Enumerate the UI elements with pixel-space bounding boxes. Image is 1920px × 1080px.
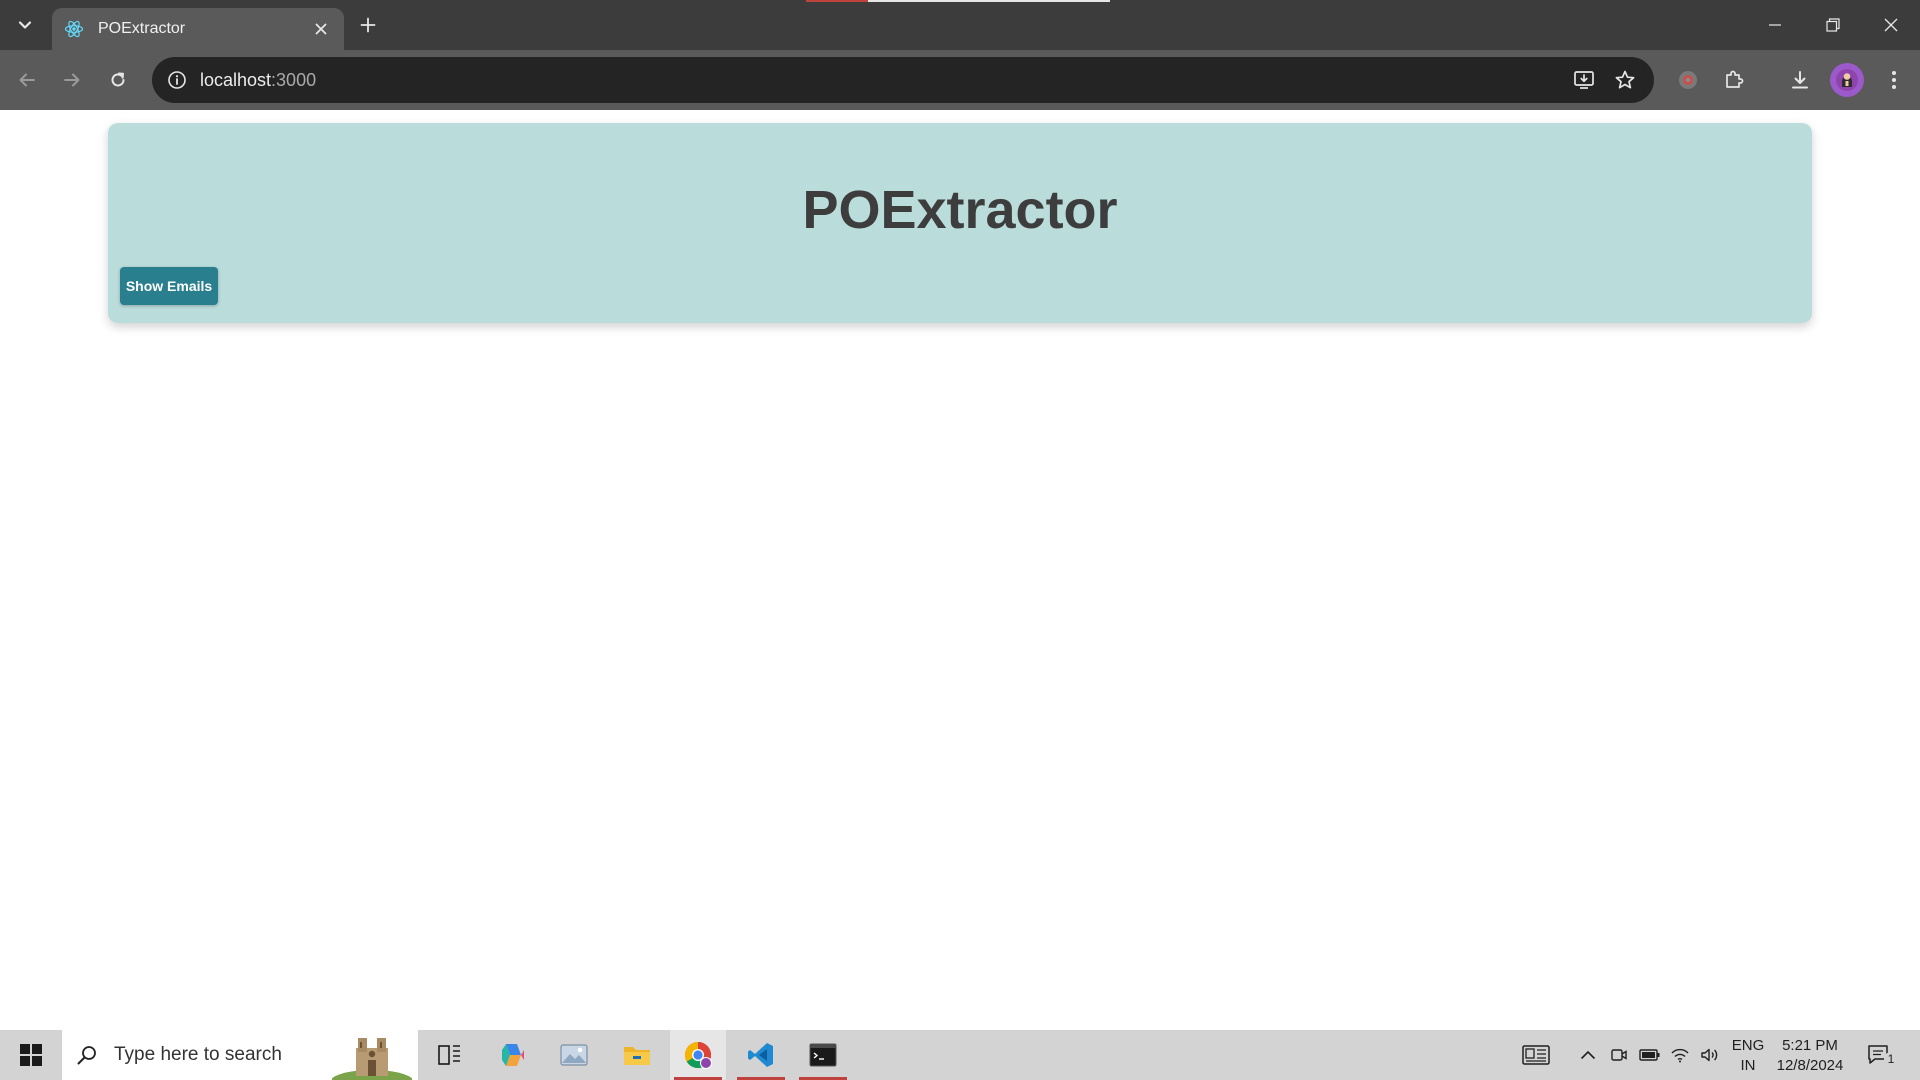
- language-indicator[interactable]: ENG IN: [1728, 1036, 1768, 1076]
- vscode-taskbar-button[interactable]: [733, 1030, 789, 1080]
- start-button[interactable]: [8, 1030, 54, 1080]
- page-content: POExtractor Show Emails: [0, 110, 1920, 1030]
- vscode-icon: [748, 1043, 773, 1067]
- wifi-icon[interactable]: [1668, 1030, 1692, 1080]
- kebab-menu-icon[interactable]: [1877, 63, 1911, 97]
- browser-toolbar: localhost:3000: [0, 50, 1920, 110]
- download-icon[interactable]: [1783, 63, 1817, 97]
- loading-indicator-track: [868, 0, 1110, 2]
- tab-strip: POExtractor: [0, 0, 1920, 50]
- back-arrow-icon: [19, 73, 35, 87]
- reload-icon: [111, 72, 125, 87]
- chevron-down-icon: [18, 21, 32, 29]
- file-explorer-button[interactable]: [609, 1030, 665, 1080]
- install-app-icon[interactable]: [1567, 63, 1601, 97]
- chrome-taskbar-button[interactable]: [670, 1030, 726, 1080]
- window-close-button[interactable]: [1862, 0, 1920, 50]
- copilot-icon: [502, 1044, 524, 1066]
- url-host: localhost: [200, 69, 272, 90]
- url-text[interactable]: localhost:3000: [200, 70, 316, 91]
- search-highlight-image: [332, 1038, 412, 1080]
- copilot-button[interactable]: [485, 1030, 541, 1080]
- search-icon: [74, 1042, 100, 1068]
- task-view-icon: [438, 1045, 460, 1065]
- new-tab-button[interactable]: [354, 10, 382, 40]
- info-icon[interactable]: [166, 69, 188, 91]
- region-code: IN: [1740, 1057, 1756, 1074]
- page-title: POExtractor: [802, 180, 1118, 240]
- news-widget-icon[interactable]: [1516, 1030, 1556, 1080]
- battery-icon[interactable]: [1638, 1030, 1662, 1080]
- plus-icon: [360, 17, 376, 33]
- search-placeholder: Type here to search: [114, 1044, 282, 1065]
- meet-now-icon[interactable]: [1608, 1030, 1630, 1080]
- windows-logo-icon: [20, 1044, 42, 1066]
- restore-button[interactable]: [1804, 0, 1862, 50]
- close-icon[interactable]: [310, 18, 332, 40]
- puzzle-icon[interactable]: [1717, 63, 1751, 97]
- forward-button[interactable]: [55, 63, 89, 97]
- restore-icon: [1826, 18, 1840, 32]
- windows-taskbar: Type here to search ENG IN 5:21 PM 12/8/…: [0, 1030, 1920, 1080]
- task-view-button[interactable]: [422, 1030, 478, 1080]
- chrome-icon: [684, 1041, 712, 1069]
- back-button[interactable]: [10, 63, 44, 97]
- clock-time: 5:21 PM: [1782, 1037, 1838, 1054]
- star-icon[interactable]: [1608, 63, 1642, 97]
- tab-title: POExtractor: [98, 20, 186, 37]
- url-port: :3000: [271, 69, 317, 90]
- address-bar[interactable]: localhost:3000: [152, 57, 1654, 103]
- notifications-button[interactable]: 1: [1862, 1030, 1898, 1080]
- extension-icon[interactable]: [1671, 63, 1705, 97]
- reload-button[interactable]: [101, 63, 135, 97]
- folder-icon: [624, 1047, 650, 1065]
- browser-tab[interactable]: POExtractor: [52, 8, 344, 50]
- app-header: POExtractor Show Emails: [108, 123, 1812, 323]
- language-code: ENG: [1731, 1037, 1765, 1054]
- terminal-icon: [809, 1043, 837, 1067]
- clock[interactable]: 5:21 PM 12/8/2024: [1772, 1036, 1848, 1076]
- loading-indicator-segment: [806, 0, 868, 2]
- forward-arrow-icon: [64, 73, 80, 87]
- terminal-taskbar-button[interactable]: [795, 1030, 851, 1080]
- minimize-icon: [1769, 24, 1781, 26]
- taskbar-search-input[interactable]: Type here to search: [62, 1030, 418, 1080]
- show-emails-button[interactable]: Show Emails: [120, 267, 218, 305]
- photos-icon: [560, 1044, 588, 1066]
- volume-icon[interactable]: [1698, 1030, 1722, 1080]
- react-icon: [64, 19, 84, 39]
- clock-date: 12/8/2024: [1776, 1057, 1844, 1074]
- chevron-up-icon[interactable]: [1576, 1030, 1600, 1080]
- minimize-button[interactable]: [1746, 0, 1804, 50]
- tab-search-button[interactable]: [8, 10, 42, 40]
- photos-app-button[interactable]: [546, 1030, 602, 1080]
- close-icon: [1884, 18, 1898, 32]
- notification-count: 1: [1884, 1052, 1898, 1066]
- avatar-icon[interactable]: [1830, 63, 1864, 97]
